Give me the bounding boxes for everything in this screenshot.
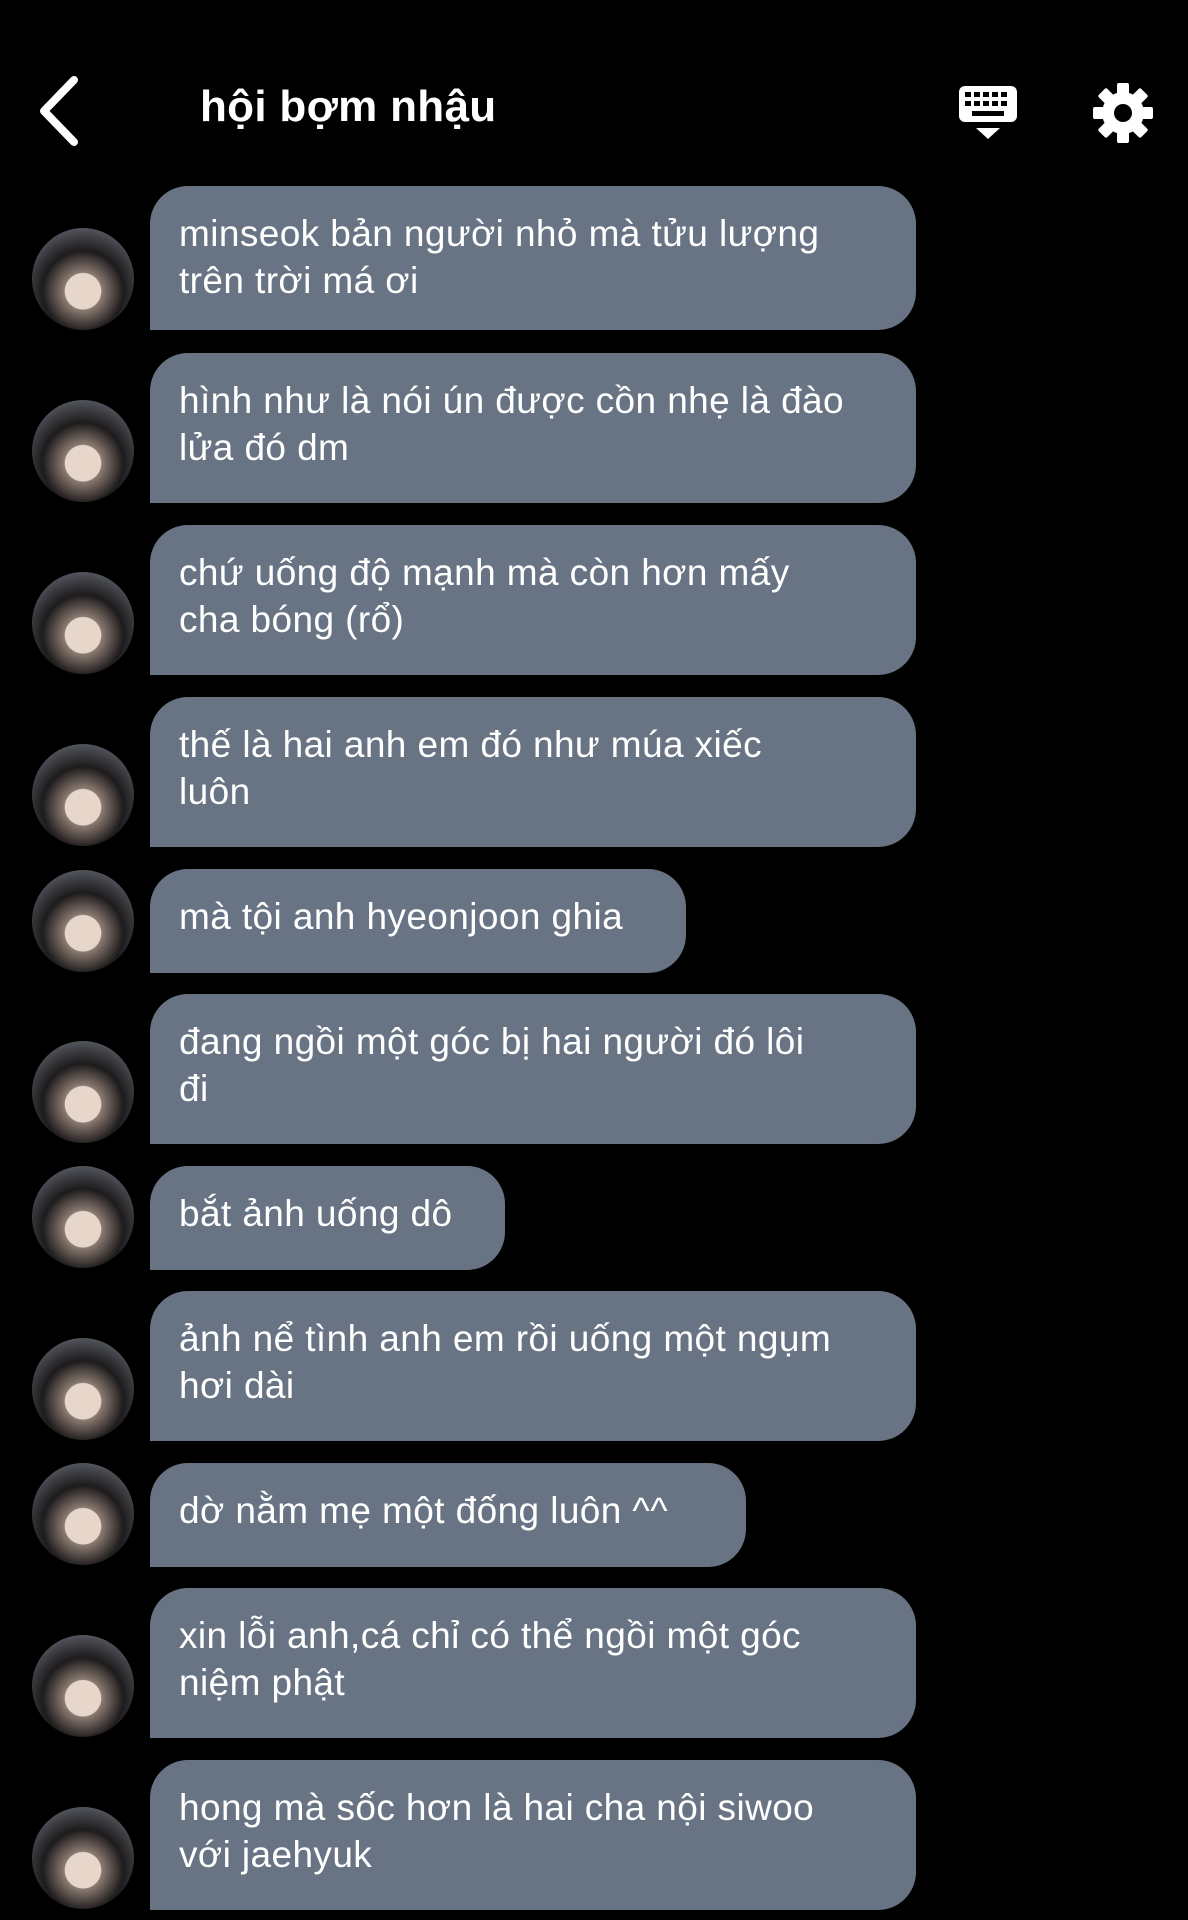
message-bubble[interactable]: dờ nằm mẹ một đống luôn ^^ [150,1463,746,1567]
avatar[interactable] [32,1463,134,1565]
message-bubble[interactable]: ảnh nể tình anh em rồi uống một ngụm hơi… [150,1291,916,1441]
message-bubble[interactable]: thế là hai anh em đó như múa xiếc luôn [150,697,916,847]
message-bubble[interactable]: xin lỗi anh,cá chỉ có thể ngồi một góc n… [150,1588,916,1738]
avatar[interactable] [32,228,134,330]
avatar[interactable] [32,572,134,674]
message-bubble[interactable]: minseok bản người nhỏ mà tửu lượng trên … [150,186,916,330]
back-button[interactable] [36,76,86,146]
chevron-left-icon [40,76,78,146]
avatar[interactable] [32,1338,134,1440]
avatar[interactable] [32,1041,134,1143]
message-list[interactable]: minseok bản người nhỏ mà tửu lượng trên … [0,0,1188,1920]
avatar[interactable] [32,1166,134,1268]
message-bubble[interactable]: chứ uống độ mạnh mà còn hơn mấy cha bóng… [150,525,916,675]
settings-button[interactable] [1090,80,1156,146]
message-bubble[interactable]: hong mà sốc hơn là hai cha nội siwoo với… [150,1760,916,1910]
gear-icon [1093,83,1153,143]
keyboard-icon [959,86,1017,139]
chat-header: hội bợm nhậu [0,0,1188,180]
keyboard-button[interactable] [955,80,1021,146]
avatar[interactable] [32,1807,134,1909]
message-bubble[interactable]: bắt ảnh uống dô [150,1166,505,1270]
chat-title: hội bợm nhậu [200,82,497,131]
avatar[interactable] [32,744,134,846]
message-bubble[interactable]: hình như là nói ún được cồn nhẹ là đào l… [150,353,916,503]
avatar[interactable] [32,870,134,972]
message-bubble[interactable]: mà tội anh hyeonjoon ghia [150,869,686,973]
avatar[interactable] [32,400,134,502]
message-bubble[interactable]: đang ngồi một góc bị hai người đó lôi đi [150,994,916,1144]
avatar[interactable] [32,1635,134,1737]
